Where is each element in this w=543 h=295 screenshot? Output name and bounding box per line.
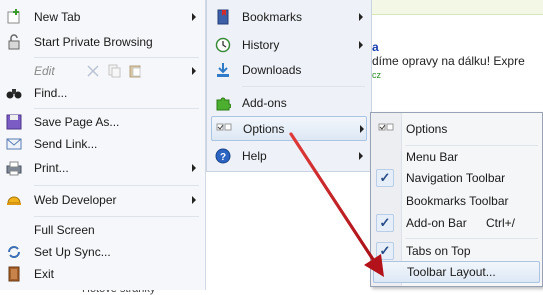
annotation-arrow <box>289 132 384 277</box>
arrow-shaft <box>289 132 378 266</box>
arrow-head <box>364 254 384 277</box>
